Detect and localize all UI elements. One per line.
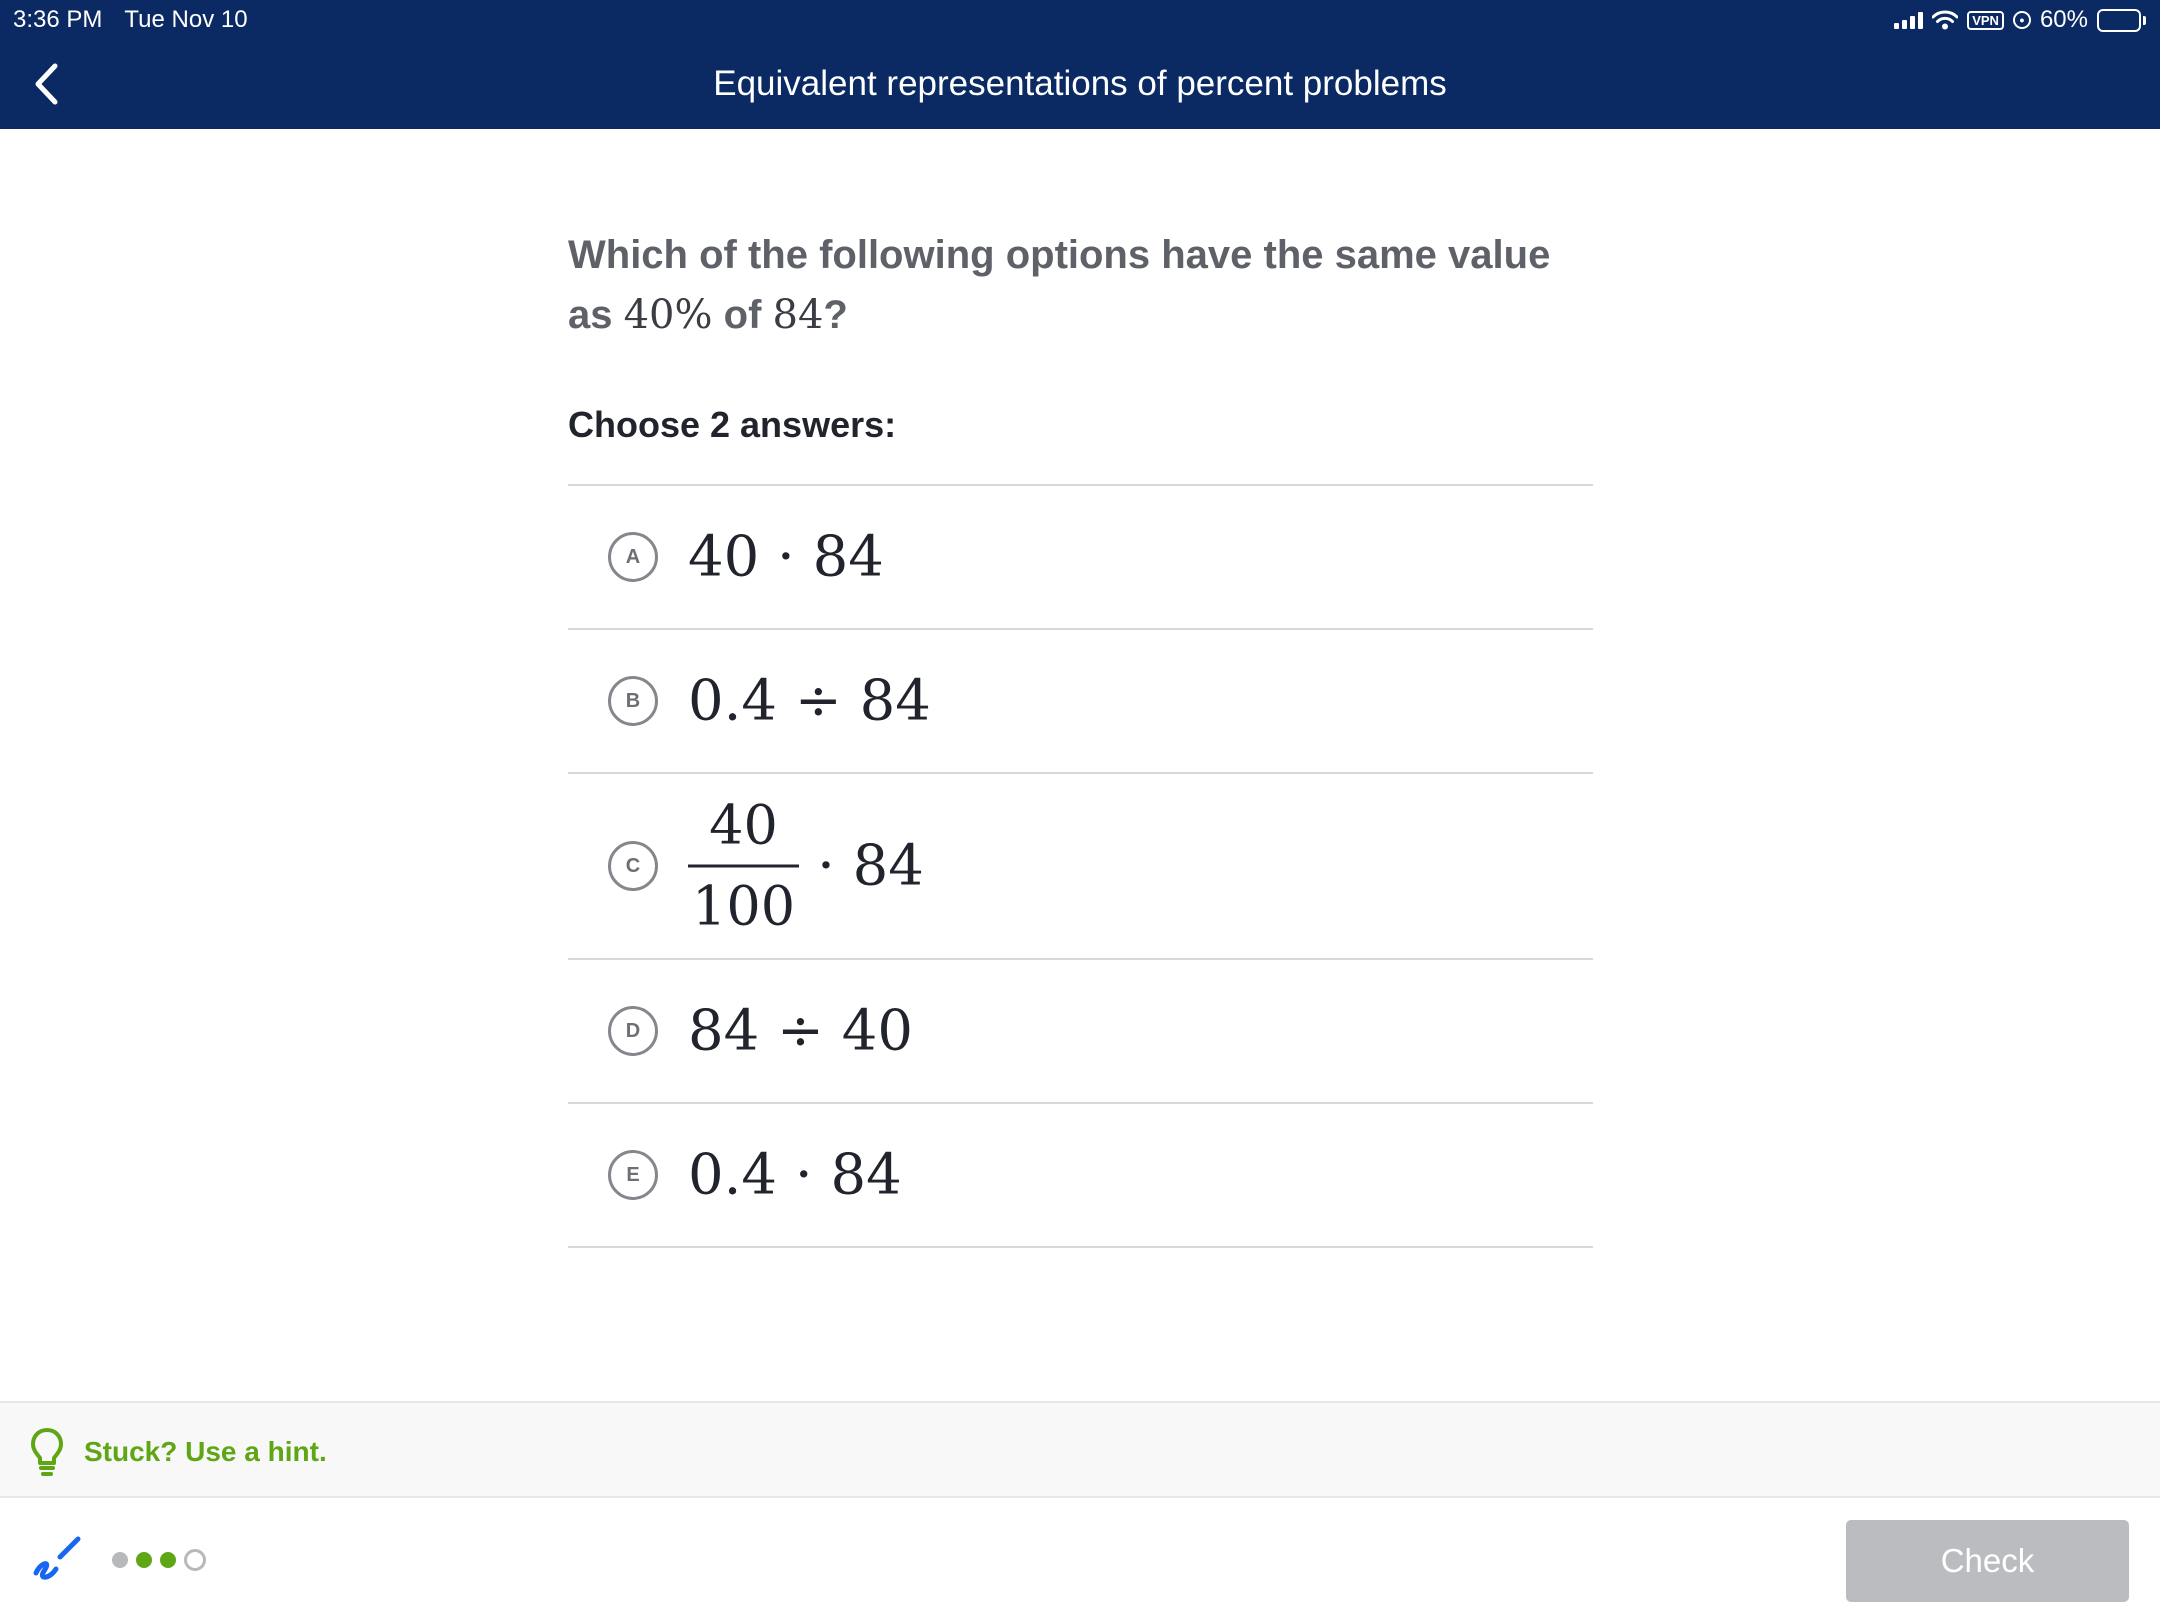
cellular-signal-icon xyxy=(1894,11,1924,29)
question-middle: of xyxy=(712,293,773,337)
question-percent: 40% xyxy=(623,292,713,338)
choice-d[interactable]: D 84 ÷ 40 xyxy=(568,960,1593,1104)
vpn-badge: VPN xyxy=(1967,10,2004,30)
progress-dots xyxy=(112,1549,206,1571)
lightbulb-icon xyxy=(31,1428,63,1476)
choice-c-fraction: 40 100 xyxy=(688,793,800,940)
status-date: Tue Nov 10 xyxy=(124,6,248,33)
choice-b-letter-circle: B xyxy=(608,676,658,726)
progress-dot-2 xyxy=(136,1552,152,1568)
choice-a[interactable]: A 40 · 84 xyxy=(568,486,1593,630)
choice-c[interactable]: C 40 100 · 84 xyxy=(568,774,1593,960)
progress-dot-1 xyxy=(112,1552,128,1568)
choice-e[interactable]: E 0.4 · 84 xyxy=(568,1104,1593,1248)
hint-link[interactable]: Stuck? Use a hint. xyxy=(30,1427,327,1477)
choice-e-expression: 0.4 · 84 xyxy=(688,1142,902,1208)
choice-b-expression: 0.4 ÷ 84 xyxy=(688,668,931,734)
status-bar-right: VPN ● 60% xyxy=(1894,4,2146,36)
choice-b[interactable]: B 0.4 ÷ 84 xyxy=(568,630,1593,774)
answer-choices-list: A 40 · 84 B 0.4 ÷ 84 C 40 100 · 84 D 84 … xyxy=(568,484,1593,1248)
hint-label: Stuck? Use a hint. xyxy=(84,1436,327,1467)
wifi-icon xyxy=(1932,10,1959,30)
choice-c-numerator: 40 xyxy=(709,793,778,857)
choice-d-letter-circle: D xyxy=(608,1006,658,1056)
progress-dot-4 xyxy=(184,1549,206,1571)
page-title: Equivalent representations of percent pr… xyxy=(713,64,1447,103)
progress-dot-3 xyxy=(160,1552,176,1568)
orientation-lock-icon: ● xyxy=(2012,11,2031,29)
choice-a-expression: 40 · 84 xyxy=(688,524,884,590)
question-number: 84 xyxy=(772,292,824,338)
choice-a-letter-circle: A xyxy=(608,532,658,582)
top-navigation-bar: 3:36 PM Tue Nov 10 VPN ● 60% Equivalent … xyxy=(0,0,2160,129)
question-text: Which of the following options have the … xyxy=(568,225,1598,345)
status-bar-left: 3:36 PM Tue Nov 10 xyxy=(13,4,248,36)
scratchpad-pencil-icon[interactable] xyxy=(30,1533,82,1585)
status-time: 3:36 PM xyxy=(13,6,103,33)
battery-percent: 60% xyxy=(2039,6,2088,33)
battery-icon xyxy=(2097,8,2146,32)
hint-bar: Stuck? Use a hint. xyxy=(0,1401,2160,1498)
question-suffix: ? xyxy=(823,293,848,337)
exercise-footer: Check xyxy=(0,1498,2160,1620)
choice-c-expression: 40 100 · 84 xyxy=(688,793,924,940)
choice-d-expression: 84 ÷ 40 xyxy=(688,998,914,1064)
choice-e-letter-circle: E xyxy=(608,1150,658,1200)
choice-c-multiplier: · 84 xyxy=(817,833,924,899)
choice-c-denominator: 100 xyxy=(692,874,796,938)
check-button[interactable]: Check xyxy=(1846,1520,2129,1602)
answer-instruction: Choose 2 answers: xyxy=(568,404,897,445)
fraction-bar xyxy=(688,864,800,868)
choice-c-letter-circle: C xyxy=(608,841,658,891)
